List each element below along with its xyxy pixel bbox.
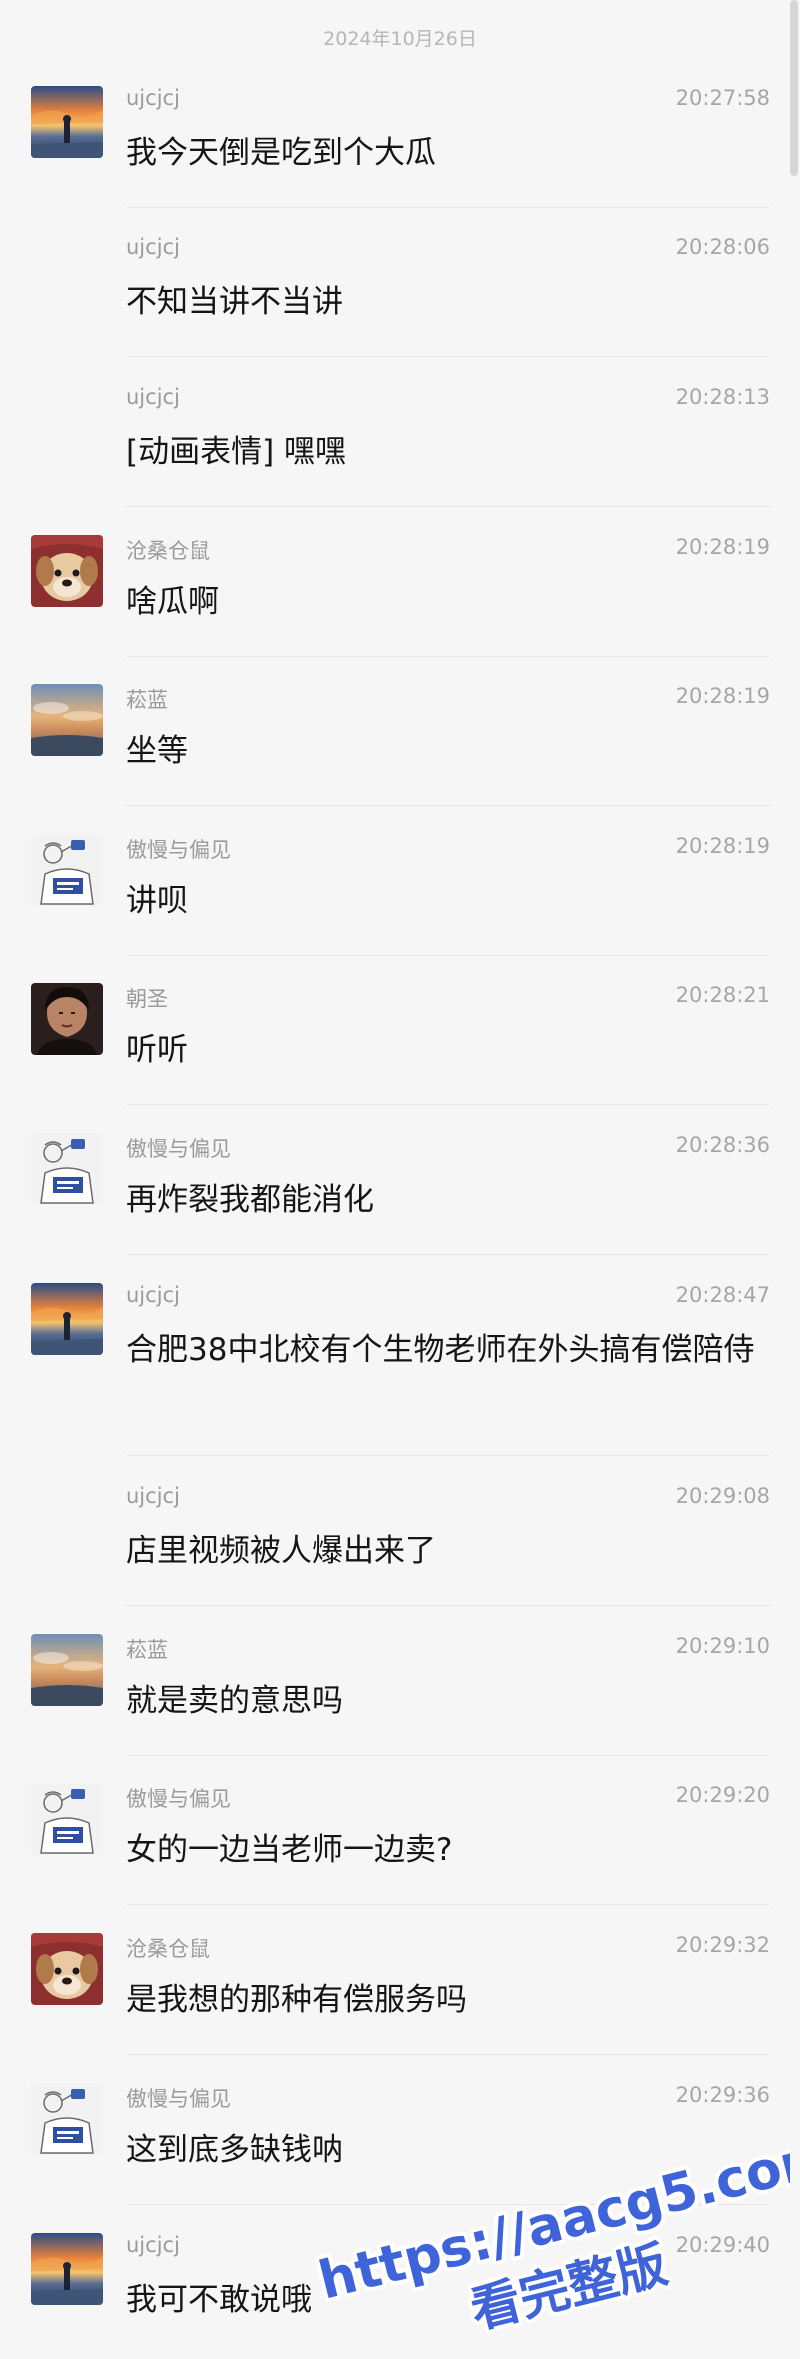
sketch-person-avatar-icon bbox=[31, 1783, 103, 1855]
avatar[interactable] bbox=[31, 1933, 103, 2005]
message-item[interactable]: ujcjcj 20:28:06 不知当讲不当讲 bbox=[0, 235, 800, 327]
sunset-landscape-avatar-icon bbox=[31, 1283, 103, 1355]
message-time: 20:29:36 bbox=[675, 2083, 770, 2107]
sender-name[interactable]: ujcjcj bbox=[126, 235, 180, 259]
message-time: 20:28:13 bbox=[675, 385, 770, 409]
message-divider bbox=[126, 805, 770, 806]
sender-name[interactable]: ujcjcj bbox=[126, 2233, 180, 2257]
sunset-landscape-avatar-icon bbox=[31, 2233, 103, 2305]
message-time: 20:29:10 bbox=[675, 1634, 770, 1658]
sender-name[interactable]: ujcjcj bbox=[126, 1283, 180, 1307]
message-text[interactable]: [动画表情] 嘿嘿 bbox=[126, 427, 766, 477]
dog-avatar-icon bbox=[31, 535, 103, 607]
message-text[interactable]: 坐等 bbox=[126, 726, 766, 776]
message-divider bbox=[126, 356, 770, 357]
message-time: 20:28:47 bbox=[675, 1283, 770, 1307]
sender-name[interactable]: 傲慢与偏见 bbox=[126, 1133, 231, 1163]
avatar[interactable] bbox=[31, 834, 103, 906]
message-text[interactable]: 女的一边当老师一边卖? bbox=[126, 1825, 766, 1875]
chat-history-screen: 2024年10月26日 ujcjcj 20:27:58 我今天倒是吃到个大瓜 ujcj… bbox=[0, 0, 800, 2359]
message-divider bbox=[126, 2054, 770, 2055]
message-time: 20:28:19 bbox=[675, 684, 770, 708]
message-item[interactable]: ujcjcj 20:27:58 我今天倒是吃到个大瓜 bbox=[0, 86, 800, 178]
sender-name[interactable]: 菘蓝 bbox=[126, 684, 168, 714]
sender-name[interactable]: 沧桑仓鼠 bbox=[126, 535, 210, 565]
message-item[interactable]: ujcjcj 20:28:13 [动画表情] 嘿嘿 bbox=[0, 385, 800, 477]
avatar[interactable] bbox=[31, 2083, 103, 2155]
message-time: 20:29:20 bbox=[675, 1783, 770, 1807]
message-divider bbox=[126, 1104, 770, 1105]
dog-avatar-icon bbox=[31, 1933, 103, 2005]
scrollbar-thumb[interactable] bbox=[790, 0, 798, 176]
sender-name[interactable]: ujcjcj bbox=[126, 1484, 180, 1508]
message-item[interactable]: 傲慢与偏见 20:29:20 女的一边当老师一边卖? bbox=[0, 1783, 800, 1875]
avatar[interactable] bbox=[31, 983, 103, 1055]
portrait-avatar-icon bbox=[31, 983, 103, 1055]
avatar[interactable] bbox=[31, 1634, 103, 1706]
message-text[interactable]: 不知当讲不当讲 bbox=[126, 277, 766, 327]
message-text[interactable]: 听听 bbox=[126, 1025, 766, 1075]
date-header: 2024年10月26日 bbox=[323, 28, 477, 50]
watermark-overlay: https://aacg5.com https://aacg5.com 看完整版… bbox=[310, 2148, 790, 2344]
message-text[interactable]: 我今天倒是吃到个大瓜 bbox=[126, 128, 766, 178]
sender-name[interactable]: ujcjcj bbox=[126, 385, 180, 409]
message-time: 20:27:58 bbox=[675, 86, 770, 110]
avatar[interactable] bbox=[31, 86, 103, 158]
message-divider bbox=[126, 207, 770, 208]
message-item[interactable]: 朝圣 20:28:21 听听 bbox=[0, 983, 800, 1075]
message-item[interactable]: 傲慢与偏见 20:28:19 讲呗 bbox=[0, 834, 800, 926]
sender-name[interactable]: 沧桑仓鼠 bbox=[126, 1933, 210, 1963]
message-item[interactable]: 沧桑仓鼠 20:29:32 是我想的那种有偿服务吗 bbox=[0, 1933, 800, 2025]
sketch-person-avatar-icon bbox=[31, 2083, 103, 2155]
avatar[interactable] bbox=[31, 1783, 103, 1855]
message-item[interactable]: 菘蓝 20:28:19 坐等 bbox=[0, 684, 800, 776]
avatar[interactable] bbox=[31, 1283, 103, 1355]
message-text[interactable]: 店里视频被人爆出来了 bbox=[126, 1526, 766, 1576]
message-item[interactable]: 沧桑仓鼠 20:28:19 啥瓜啊 bbox=[0, 535, 800, 627]
message-text[interactable]: 合肥38中北校有个生物老师在外头搞有偿陪侍 bbox=[126, 1325, 766, 1375]
sketch-person-avatar-icon bbox=[31, 1133, 103, 1205]
sketch-person-avatar-icon bbox=[31, 834, 103, 906]
message-text[interactable]: 就是卖的意思吗 bbox=[126, 1676, 766, 1726]
message-divider bbox=[126, 1755, 770, 1756]
avatar[interactable] bbox=[31, 2233, 103, 2305]
sender-name[interactable]: 傲慢与偏见 bbox=[126, 2083, 231, 2113]
message-text[interactable]: 再炸裂我都能消化 bbox=[126, 1175, 766, 1225]
message-time: 20:28:06 bbox=[675, 235, 770, 259]
scrollbar[interactable] bbox=[788, 0, 800, 2359]
message-item[interactable]: ujcjcj 20:28:47 合肥38中北校有个生物老师在外头搞有偿陪侍 bbox=[0, 1283, 800, 1425]
message-item[interactable]: 菘蓝 20:29:10 就是卖的意思吗 bbox=[0, 1634, 800, 1726]
message-divider bbox=[126, 656, 770, 657]
sender-name[interactable]: 菘蓝 bbox=[126, 1634, 168, 1664]
message-text[interactable]: 啥瓜啊 bbox=[126, 577, 766, 627]
message-time: 20:29:08 bbox=[675, 1484, 770, 1508]
avatar[interactable] bbox=[31, 684, 103, 756]
message-divider bbox=[126, 955, 770, 956]
message-item[interactable]: ujcjcj 20:29:08 店里视频被人爆出来了 bbox=[0, 1484, 800, 1576]
message-text[interactable]: 是我想的那种有偿服务吗 bbox=[126, 1975, 766, 2025]
message-time: 20:28:36 bbox=[675, 1133, 770, 1157]
message-time: 20:29:32 bbox=[675, 1933, 770, 1957]
message-text[interactable]: 讲呗 bbox=[126, 876, 766, 926]
sunset-landscape-avatar-icon bbox=[31, 86, 103, 158]
sender-name[interactable]: 傲慢与偏见 bbox=[126, 834, 231, 864]
message-divider bbox=[126, 506, 770, 507]
sender-name[interactable]: 傲慢与偏见 bbox=[126, 1783, 231, 1813]
avatar[interactable] bbox=[31, 1133, 103, 1205]
avatar[interactable] bbox=[31, 535, 103, 607]
message-time: 20:28:19 bbox=[675, 535, 770, 559]
sky-avatar-icon bbox=[31, 684, 103, 756]
sender-name[interactable]: 朝圣 bbox=[126, 983, 168, 1013]
message-divider bbox=[126, 1904, 770, 1905]
message-time: 20:28:19 bbox=[675, 834, 770, 858]
message-time: 20:28:21 bbox=[675, 983, 770, 1007]
sky-avatar-icon bbox=[31, 1634, 103, 1706]
message-divider bbox=[126, 1455, 770, 1456]
message-divider bbox=[126, 1605, 770, 1606]
message-divider bbox=[126, 1254, 770, 1255]
sender-name[interactable]: ujcjcj bbox=[126, 86, 180, 110]
message-item[interactable]: 傲慢与偏见 20:28:36 再炸裂我都能消化 bbox=[0, 1133, 800, 1225]
